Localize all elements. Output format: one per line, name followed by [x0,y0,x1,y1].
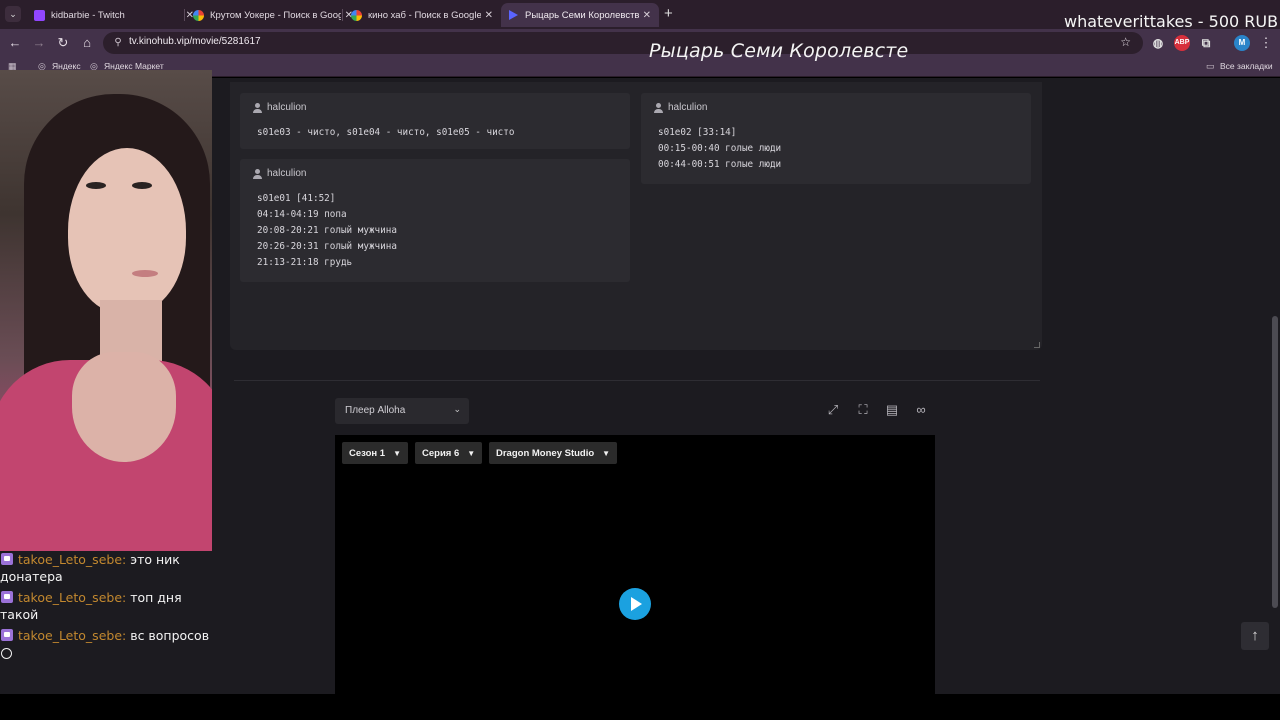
tab-label: кино хаб - Поиск в Google [368,9,481,21]
new-tab-button[interactable]: + [664,5,673,22]
chat-text: вс вопросов [130,628,210,643]
menu-kebab-icon[interactable]: ⋮ [1258,35,1274,51]
webcam-overlay [0,70,212,551]
extension-globe-icon[interactable]: ◍ [1150,35,1166,51]
video-player[interactable]: Сезон 1 ▼ Серия 6 ▼ Dragon Money Studio … [335,435,935,694]
google-icon [193,9,204,21]
fullscreen-icon[interactable]: ⛶ [851,398,875,422]
site-info-icon[interactable]: ⚲ [111,36,125,50]
episode-select[interactable]: Серия 6 ▼ [415,442,483,464]
address-bar[interactable]: ⚲ tv.kinohub.vip/movie/5281617 ☆ [103,32,1143,54]
expand-icon[interactable]: ⤢ [821,398,845,422]
tab-kinohub[interactable]: Рыцарь Семи Королевств (2026) ✕ [501,3,659,27]
scrollbar[interactable] [1270,78,1280,694]
chevron-down-icon: ▼ [393,448,402,458]
chat-message: takoe_Leto_sebe: это ник донатера [0,551,212,585]
chevron-down-icon: ▼ [602,448,611,458]
tab-twitch[interactable]: kidbarbie - Twitch ✕ [26,3,202,27]
bookmark-star-icon[interactable]: ☆ [1120,35,1131,49]
user-icon [253,168,262,179]
link-icon[interactable]: ∞ [909,398,933,422]
author-name: halculion [668,102,708,113]
google-icon [351,9,362,21]
divider [234,380,1040,381]
comment-author[interactable]: halculion [654,102,707,113]
reload-icon[interactable]: ↻ [55,35,71,51]
comment-text: s01e02 [33:14] 00:15-00:40 голые люди 00:4… [658,125,781,173]
tab-label: Рыцарь Семи Королевств (2026) [525,9,639,21]
browser-toolbar: ← → ↻ ⌂ ⚲ tv.kinohub.vip/movie/5281617 ☆… [0,29,1280,57]
folder-icon: ▭ [1206,61,1215,71]
comment-line: 00:44-00:51 голые люди [658,159,782,170]
back-icon[interactable]: ← [7,35,23,51]
comment-icon[interactable]: ▤ [880,398,904,422]
all-bookmarks[interactable]: ▭ Все закладки [1206,61,1273,71]
comment-line: s01e03 - чисто, s01e04 - чисто, s01e05 -… [257,127,515,138]
circle-icon [1,648,12,659]
comment-text: s01e03 - чисто, s01e04 - чисто, s01e05 -… [257,125,514,141]
kinohub-icon [509,10,519,20]
chat-nick: takoe_Leto_sebe: [18,590,127,605]
chevron-down-icon: ▼ [467,448,476,458]
twitch-icon [34,9,45,21]
user-icon [654,102,663,113]
extensions-puzzle-icon[interactable]: ⧉ [1198,35,1214,51]
stream-title-overlay: Рыцарь Семи Королевсте [649,40,909,62]
comment-card: halculion s01e02 [33:14] 00:15-00:40 голы… [641,93,1031,184]
url-text[interactable]: tv.kinohub.vip/movie/5281617 [129,36,261,47]
player-select[interactable]: Плеер Alloha ⌄ [335,398,469,424]
subscriber-badge-icon [1,553,13,565]
comment-line: 20:08-20:21 голый мужчина [257,225,397,236]
author-name: halculion [267,168,307,179]
comment-author[interactable]: halculion [253,168,306,179]
subscriber-badge-icon [1,629,13,641]
comment-line: 20:26-20:31 голый мужчина [257,241,397,252]
close-icon[interactable]: ✕ [485,10,493,21]
tab-label: kidbarbie - Twitch [51,9,125,21]
subscriber-badge-icon [1,591,13,603]
play-button[interactable] [619,588,651,620]
comment-line: s01e01 [41:52] [257,193,336,204]
tab-google-search-1[interactable]: Крутом Уокере - Поиск в Google ✕ [185,3,361,27]
comment-text: s01e01 [41:52] 04:14-04:19 попа 20:08-20:2… [257,191,397,271]
episode-value: Серия 6 [422,447,460,459]
chevron-down-icon: ⌄ [453,404,461,414]
tab-google-search-2[interactable]: кино хаб - Поиск в Google ✕ [343,3,501,27]
close-icon[interactable]: ✕ [643,10,651,21]
author-name: halculion [267,102,307,113]
comments-panel[interactable]: halculion s01e03 - чисто, s01e04 - чисто… [230,82,1042,350]
user-icon [253,102,262,113]
comment-line: 04:14-04:19 попа [257,209,347,220]
comment-author[interactable]: halculion [253,102,306,113]
voiceover-value: Dragon Money Studio [496,447,595,459]
home-icon[interactable]: ⌂ [79,35,95,51]
chat-nick: takoe_Leto_sebe: [18,552,127,567]
tab-label: Крутом Уокере - Поиск в Google [210,9,341,21]
scrollbar-thumb[interactable] [1272,316,1278,608]
comment-card: halculion s01e01 [41:52] 04:14-04:19 попа… [240,159,630,282]
chat-message: takoe_Leto_sebe: топ дня такой [0,589,212,623]
all-bookmarks-label: Все закладки [1220,61,1273,71]
chat-message: takoe_Leto_sebe: вс вопросов [0,627,212,644]
resize-handle[interactable] [1034,342,1040,348]
profile-avatar[interactable]: М [1234,35,1250,51]
comment-line: s01e02 [33:14] [658,127,737,138]
season-value: Сезон 1 [349,447,386,459]
player-select-value: Плеер Alloha [345,405,406,416]
scroll-to-top-button[interactable]: ↑ [1241,622,1269,650]
comment-line: 21:13-21:18 грудь [257,257,353,268]
forward-icon[interactable]: → [31,35,47,51]
adblock-icon[interactable]: ABP [1174,35,1190,51]
donation-goal-overlay: whateverittakes - 500 RUB [1064,12,1279,31]
season-select[interactable]: Сезон 1 ▼ [342,442,409,464]
comment-line: 00:15-00:40 голые люди [658,143,782,154]
comment-card: halculion s01e03 - чисто, s01e04 - чисто… [240,93,630,149]
chat-nick: takoe_Leto_sebe: [18,628,127,643]
tab-search-button[interactable]: ⌄ [5,6,21,22]
chat-overlay: takoe_Leto_sebe: это ник донатера takoe_… [0,551,212,694]
voiceover-select[interactable]: Dragon Money Studio ▼ [489,442,618,464]
